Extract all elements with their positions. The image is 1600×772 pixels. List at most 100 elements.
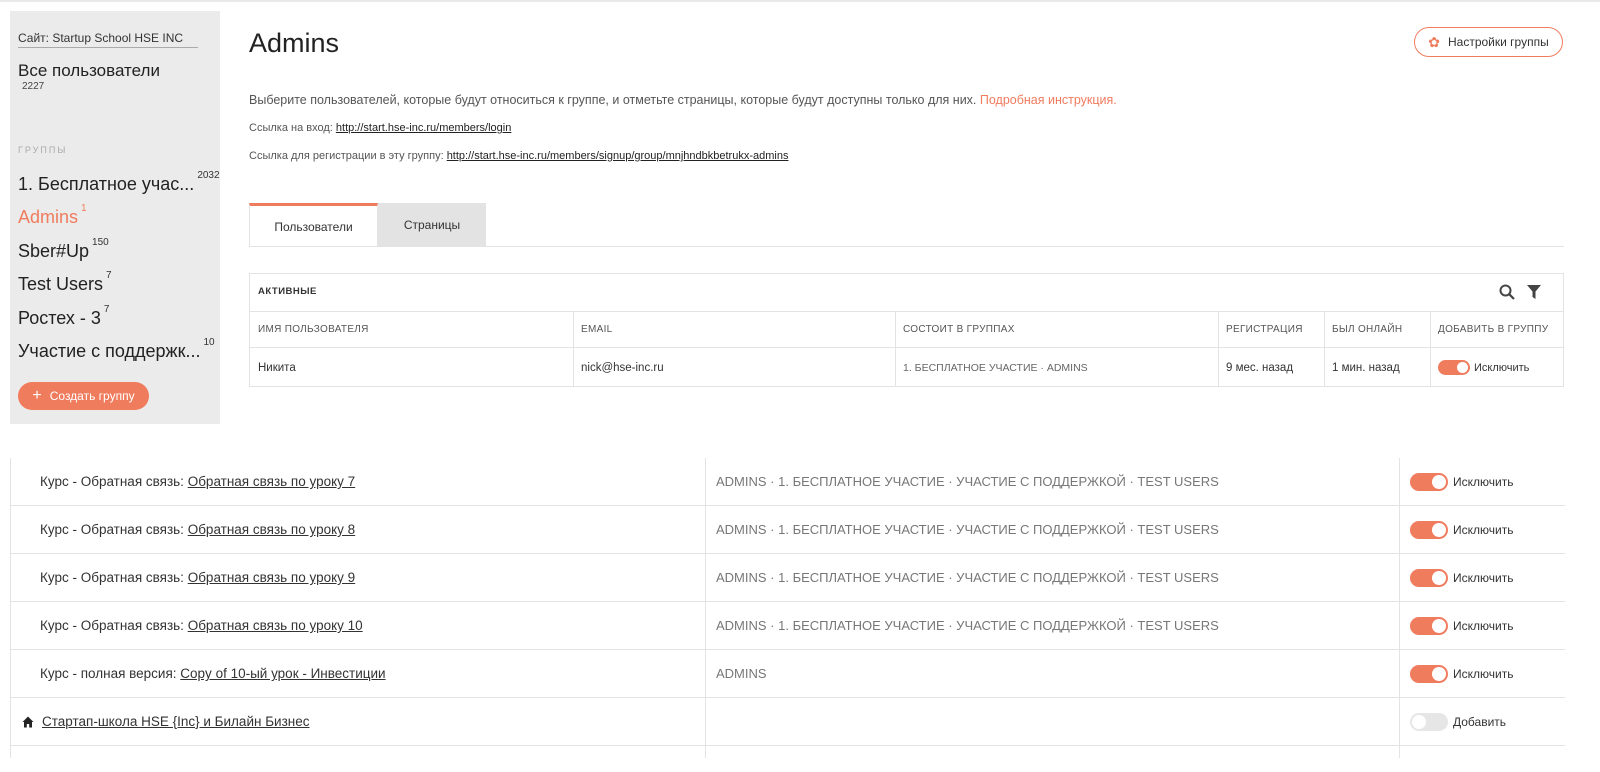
page-prefix: Курс - полная версия: [40,666,177,681]
group-label: Admins [18,207,79,227]
user-registered-cell: 9 мес. назад [1226,361,1294,374]
page-link[interactable]: Обратная связь по уроку 10 [188,618,363,633]
exclude-toggle[interactable] [1410,616,1448,635]
toggle-label: Исключить [1453,666,1514,681]
add-toggle[interactable] [1410,712,1448,731]
sidebar-item-group-admins[interactable]: Admins 1 [18,203,87,228]
group-count: 1 [81,203,87,214]
column-header-email[interactable]: EMAIL [573,311,895,348]
page-link[interactable]: Стартап-школа HSE {Inc} и Билайн Бизнес [42,714,310,729]
page-toggle-cell: Исключить [1410,650,1513,697]
page-groups-cell: ADMINS · 1. БЕСПЛАТНОЕ УЧАСТИЕ · УЧАСТИЕ… [716,522,1219,537]
page-link[interactable]: Обратная связь по уроку 8 [188,522,355,537]
page-groups-cell: ADMINS · 1. БЕСПЛАТНОЕ УЧАСТИЕ · УЧАСТИЕ… [716,570,1219,585]
users-table-title-row: АКТИВНЫЕ [250,274,1563,312]
home-icon [22,716,34,727]
toggle-label: Исключить [1453,618,1514,633]
column-header-username[interactable]: ИМЯ ПОЛЬЗОВАТЕЛЯ [250,311,573,348]
group-count: 10 [203,337,215,348]
signup-link-line: Ссылка для регистрации в эту группу: htt… [249,150,788,162]
tab-bar: Пользователи Страницы [249,203,486,247]
page-title: Admins [249,28,340,58]
column-header-registration[interactable]: РЕГИСТРАЦИЯ [1218,311,1324,348]
login-url-link[interactable]: http://start.hse-inc.ru/members/login [336,122,511,134]
table-row: Курс - полная версия: Copy of 10-ый урок… [10,650,1565,698]
group-count: 7 [106,270,112,281]
page-title-cell: Курс - Обратная связь: Обратная связь по… [40,554,355,601]
active-label: АКТИВНЫЕ [258,286,317,297]
table-row: Курс - Обратная связь: Обратная связь по… [10,554,1565,602]
all-users-count: 2227 [22,81,45,92]
page-groups-cell: ADMINS · 1. БЕСПЛАТНОЕ УЧАСТИЕ · УЧАСТИЕ… [716,474,1219,489]
tab-pages[interactable]: Страницы [378,203,486,247]
group-label: 1. Бесплатное учас... [18,174,195,194]
page-link[interactable]: Copy of 10-ый урок - Инвестиции [180,666,385,681]
page-title-cell: Курс - Обратная связь: Обратная связь по… [40,602,363,649]
users-table: АКТИВНЫЕ ИМЯ ПОЛЬЗОВАТЕЛЯ EMAIL СОСТОИТ … [249,273,1564,387]
signup-label: Ссылка для регистрации в эту группу: [249,150,444,162]
toggle-label: Исключить [1453,522,1514,537]
table-row: Стартап-школа HSE {Inc} и Билайн Бизнес … [10,698,1565,746]
group-count: 2032 [197,170,220,181]
page-prefix: Курс - Обратная связь: [40,522,184,537]
user-groups-cell: 1. БЕСПЛАТНОЕ УЧАСТИЕ · ADMINS [903,361,1088,374]
create-group-label: Создать группу [49,389,135,403]
sidebar-item-group-sberup[interactable]: Sber#Up 150 [18,237,109,262]
top-divider [0,0,1600,2]
page-toggle-cell: Исключить [1410,458,1513,505]
page-description: Выберите пользователей, которые будут от… [249,93,1117,107]
column-header-online[interactable]: БЫЛ ОНЛАЙН [1324,311,1430,348]
login-link-line: Ссылка на вход: http://start.hse-inc.ru/… [249,122,511,134]
page-toggle-cell: Исключить [1410,554,1513,601]
toggle-label: Добавить [1453,714,1507,729]
page-link[interactable]: Обратная связь по уроку 7 [188,474,355,489]
user-name-cell[interactable]: Никита [250,348,573,387]
sidebar-item-group-test-users[interactable]: Test Users 7 [18,270,112,295]
group-label: Test Users [18,274,104,294]
site-label[interactable]: Сайт: Startup School HSE INC [18,31,198,48]
column-header-groups[interactable]: СОСТОИТ В ГРУППАХ [895,311,1218,348]
create-group-button[interactable]: + Создать группу [18,382,149,410]
sidebar-item-group-free[interactable]: 1. Бесплатное учас... 2032 [18,170,220,195]
group-count: 7 [103,304,110,315]
user-toggle-cell: Исключить [1430,348,1564,387]
page-link[interactable]: Обратная связь по уроку 9 [188,570,355,585]
page-title-cell: Курс - полная версия: Copy of 10-ый урок… [40,650,386,697]
sidebar: Сайт: Startup School HSE INC Все пользов… [10,11,220,424]
exclude-toggle[interactable] [1410,472,1448,491]
exclude-toggle[interactable] [1410,520,1448,539]
exclude-toggle[interactable] [1410,664,1448,683]
search-icon[interactable] [1499,284,1515,300]
tabs-divider [249,246,1564,247]
page-groups-cell: ADMINS [716,666,767,681]
pages-table: Курс - Обратная связь: Обратная связь по… [10,458,1565,758]
toggle-label: Исключить [1453,474,1514,489]
tab-users[interactable]: Пользователи [249,203,378,247]
sidebar-item-all-users[interactable]: Все пользователи [18,61,160,81]
sidebar-item-group-rostec[interactable]: Ростех - 37 [18,304,109,329]
plus-icon: + [32,387,42,404]
exclude-toggle[interactable] [1438,360,1470,375]
group-count: 150 [92,237,109,248]
gear-icon: ✿ [1428,33,1440,50]
login-label: Ссылка на вход: [249,122,333,134]
sidebar-item-group-support[interactable]: Участие с поддержк... 10 [18,337,215,362]
instruction-link[interactable]: Подробная инструкция. [980,93,1117,107]
description-text: Выберите пользователей, которые будут от… [249,93,977,107]
groups-heading: ГРУППЫ [18,145,68,155]
user-email-cell: nick@hse-inc.ru [581,361,664,374]
group-settings-button[interactable]: ✿ Настройки группы [1414,27,1563,57]
exclude-toggle[interactable] [1410,568,1448,587]
toggle-label: Исключить [1453,570,1514,585]
user-online-cell: 1 мин. назад [1332,361,1400,374]
page-prefix: Курс - Обратная связь: [40,618,184,633]
page-toggle-cell: Исключить [1410,506,1513,553]
page-toggle-cell: Исключить [1410,602,1513,649]
column-header-add-to-group: ДОБАВИТЬ В ГРУППУ [1430,311,1564,348]
filter-icon[interactable] [1527,284,1541,300]
group-label: Участие с поддержк... [18,341,201,361]
signup-url-link[interactable]: http://start.hse-inc.ru/members/signup/g… [447,150,789,162]
page-title-cell: Стартап-школа HSE {Inc} и Билайн Бизнес [22,698,310,745]
page-title-cell: Курс - Обратная связь: Обратная связь по… [40,506,355,553]
group-label: Ростех - 3 [18,308,101,328]
